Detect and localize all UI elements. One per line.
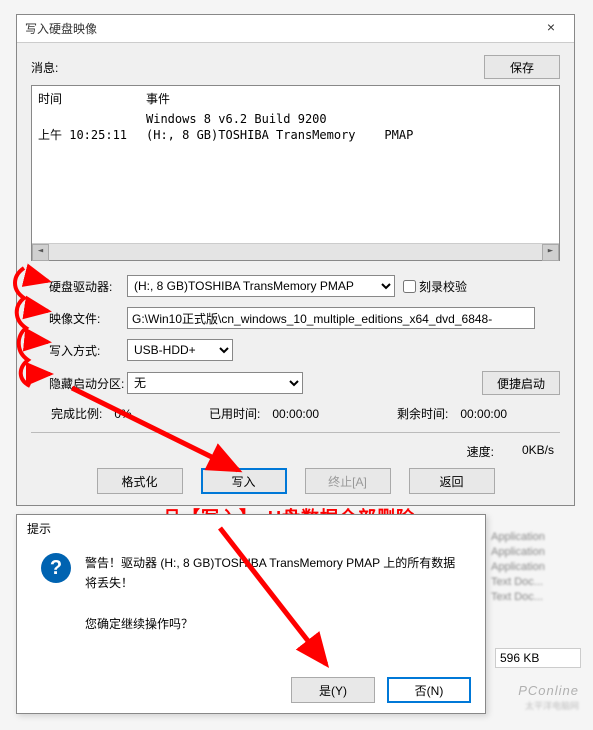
dialog-warning-text: 警告！驱动器 (H:, 8 GB)TOSHIBA TransMemory PMA… xyxy=(85,553,461,593)
remain-value: 00:00:00 xyxy=(460,407,507,421)
scroll-left-icon[interactable]: ◄ xyxy=(32,244,49,261)
background-size: 596 KB xyxy=(495,648,581,668)
hide-boot-select[interactable]: 无 xyxy=(127,372,303,394)
progress-label: 完成比例: xyxy=(51,405,102,422)
window-title: 写入硬盘映像 xyxy=(25,20,536,37)
message-label: 消息: xyxy=(31,59,484,76)
dialog-title: 提示 xyxy=(17,515,485,541)
log-line: Windows 8 v6.2 Build 9200 xyxy=(38,111,553,127)
elapsed-value: 00:00:00 xyxy=(272,407,319,421)
verify-checkbox-label[interactable]: 刻录校验 xyxy=(403,278,467,295)
speed-value: 0KB/s xyxy=(522,443,554,460)
speed-label: 速度: xyxy=(467,443,494,460)
watermark-sub: 太平洋电脑网 xyxy=(525,699,579,712)
log-line: 上午 10:25:11 (H:, 8 GB)TOSHIBA TransMemor… xyxy=(38,127,553,143)
background-filelist: Application Application Application Text… xyxy=(491,530,581,605)
divider xyxy=(31,432,560,433)
yes-button[interactable]: 是(Y) xyxy=(291,677,375,703)
write-mode-label: 写入方式: xyxy=(49,342,127,359)
log-body: Windows 8 v6.2 Build 9200 上午 10:25:11 (H… xyxy=(32,111,559,235)
stop-button: 终止[A] xyxy=(305,468,391,494)
scroll-right-icon[interactable]: ► xyxy=(542,244,559,261)
progress-value: 0% xyxy=(114,407,131,421)
message-section: 消息: 保存 时间 事件 Windows 8 v6.2 Build 9200 上… xyxy=(31,55,560,261)
remain-label: 剩余时间: xyxy=(397,405,448,422)
image-file-label: 映像文件: xyxy=(49,310,127,327)
log-box: 时间 事件 Windows 8 v6.2 Build 9200 上午 10:25… xyxy=(31,85,560,261)
log-column-event: 事件 xyxy=(146,90,553,107)
write-button[interactable]: 写入 xyxy=(201,468,287,494)
elapsed-label: 已用时间: xyxy=(209,405,260,422)
dialog-confirm-text: 您确定继续操作吗？ xyxy=(17,605,485,632)
format-button[interactable]: 格式化 xyxy=(97,468,183,494)
verify-checkbox[interactable] xyxy=(403,280,416,293)
drive-label: 硬盘驱动器: xyxy=(49,278,127,295)
save-button[interactable]: 保存 xyxy=(484,55,560,79)
write-disk-image-window: 写入硬盘映像 × 消息: 保存 时间 事件 Windows 8 v6.2 Bui… xyxy=(16,14,575,506)
log-column-time: 时间 xyxy=(38,90,146,107)
stats-row: 完成比例: 0% 已用时间: 00:00:00 剩余时间: 00:00:00 xyxy=(31,405,560,422)
scroll-track[interactable] xyxy=(49,244,542,260)
write-mode-select[interactable]: USB-HDD+ xyxy=(127,339,233,361)
no-button[interactable]: 否(N) xyxy=(387,677,471,703)
hide-boot-label: 隐藏启动分区: xyxy=(49,375,127,392)
action-row: 格式化 写入 终止[A] 返回 xyxy=(17,468,574,494)
horizontal-scrollbar[interactable]: ◄ ► xyxy=(32,243,559,260)
drive-select[interactable]: (H:, 8 GB)TOSHIBA TransMemory PMAP xyxy=(127,275,395,297)
confirm-dialog: 提示 ? 警告！驱动器 (H:, 8 GB)TOSHIBA TransMemor… xyxy=(16,514,486,714)
quick-boot-button[interactable]: 便捷启动 xyxy=(482,371,560,395)
back-button[interactable]: 返回 xyxy=(409,468,495,494)
image-file-input[interactable] xyxy=(127,307,535,329)
question-icon: ? xyxy=(41,553,71,583)
form-area: 硬盘驱动器: (H:, 8 GB)TOSHIBA TransMemory PMA… xyxy=(49,275,560,395)
titlebar[interactable]: 写入硬盘映像 × xyxy=(17,15,574,43)
watermark: PConline xyxy=(518,683,579,698)
close-icon[interactable]: × xyxy=(536,19,566,39)
